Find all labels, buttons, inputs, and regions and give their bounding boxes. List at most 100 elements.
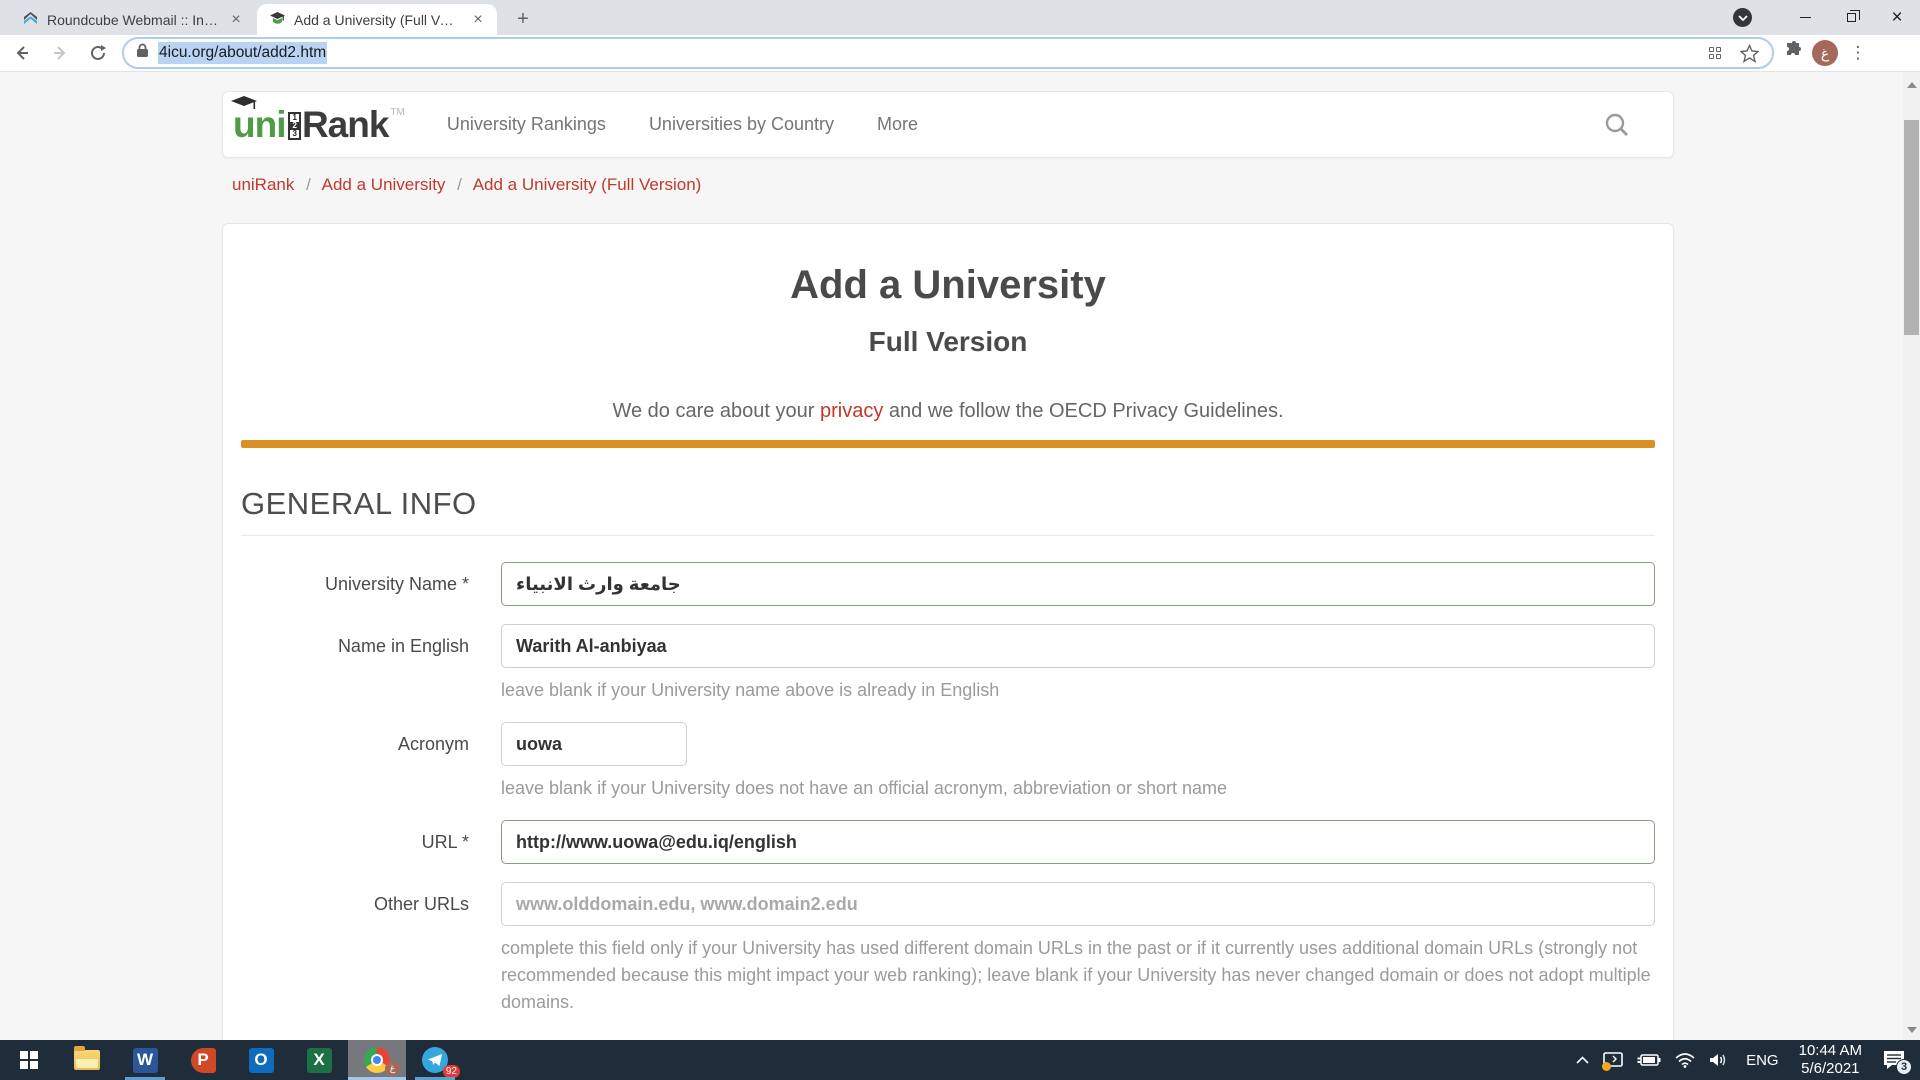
unirank-logo[interactable]: uni 123 Rank TM: [233, 107, 405, 142]
toolbar-right: غ ⋮: [1784, 40, 1880, 66]
tray-battery-icon[interactable]: [1630, 1040, 1668, 1080]
close-tab-icon[interactable]: ×: [227, 11, 245, 29]
acronym-input[interactable]: [501, 722, 687, 766]
chrome-update-chevron-icon[interactable]: [1733, 8, 1752, 27]
tray-time: 10:44 AM: [1799, 1042, 1862, 1059]
add-university-form: University Name * Name in English leave …: [241, 562, 1655, 1016]
breadcrumb-add-a-university-full[interactable]: Add a University (Full Version): [473, 175, 702, 194]
nav-more[interactable]: More: [877, 114, 918, 135]
word-button[interactable]: W: [116, 1040, 174, 1080]
privacy-link[interactable]: privacy: [820, 400, 883, 422]
tab-title: Roundcube Webmail :: Inbox: [47, 12, 219, 28]
vertical-scrollbar[interactable]: [1903, 72, 1920, 1040]
scroll-up-icon[interactable]: [1903, 76, 1920, 93]
breadcrumb-separator: /: [457, 175, 462, 194]
lock-icon[interactable]: [136, 43, 149, 63]
name-in-english-help: leave blank if your University name abov…: [501, 677, 1655, 704]
roundcube-icon: [22, 11, 39, 28]
tray-date: 5/6/2021: [1801, 1060, 1859, 1077]
profile-avatar[interactable]: غ: [1812, 40, 1838, 66]
logo-rank-text: Rank: [302, 108, 388, 142]
chrome-button-active[interactable]: غ: [348, 1040, 406, 1080]
outlook-button[interactable]: O: [232, 1040, 290, 1080]
refresh-icon[interactable]: [82, 37, 114, 69]
form-row-url: URL *: [241, 820, 1655, 864]
tray-volume-icon[interactable]: [1702, 1040, 1736, 1080]
word-icon: W: [133, 1048, 158, 1073]
tab-roundcube-webmail[interactable]: Roundcube Webmail :: Inbox ×: [10, 4, 255, 35]
back-icon[interactable]: [6, 37, 38, 69]
section-heading-general-info: GENERAL INFO: [241, 486, 1655, 536]
menu-dots-icon[interactable]: ⋮: [1846, 43, 1870, 63]
qr-grid-icon[interactable]: [1702, 40, 1728, 66]
excel-icon: X: [307, 1048, 332, 1073]
telegram-button[interactable]: 92: [406, 1040, 464, 1080]
tray-wifi-icon[interactable]: [1668, 1040, 1702, 1080]
acronym-label: Acronym: [241, 722, 469, 802]
windows-logo-icon: [20, 1051, 38, 1069]
university-name-label: University Name *: [241, 562, 469, 606]
other-urls-input[interactable]: [501, 882, 1655, 926]
search-icon[interactable]: [1604, 112, 1631, 144]
close-window-button[interactable]: ×: [1874, 0, 1920, 35]
star-icon[interactable]: [1736, 40, 1762, 66]
nav-university-rankings[interactable]: University Rankings: [447, 114, 606, 135]
logo-tm: TM: [390, 107, 404, 118]
page-viewport: uni 123 Rank TM University Rankings Univ…: [0, 72, 1920, 1040]
form-row-acronym: Acronym leave blank if your University d…: [241, 722, 1655, 802]
minimize-button[interactable]: [1782, 0, 1828, 35]
system-tray: ENG 10:44 AM5/6/2021 3: [1569, 1040, 1920, 1080]
extensions-puzzle-icon[interactable]: [1784, 41, 1804, 66]
chrome-profile-badge: غ: [385, 1061, 400, 1076]
window-controls: ×: [1733, 0, 1920, 35]
close-tab-icon[interactable]: ×: [469, 11, 487, 29]
breadcrumb-unirank[interactable]: uniRank: [232, 175, 294, 194]
forward-icon[interactable]: [44, 37, 76, 69]
url-input[interactable]: [501, 820, 1655, 864]
restore-button[interactable]: [1828, 0, 1874, 35]
scroll-down-icon[interactable]: [1903, 1021, 1920, 1038]
university-name-input[interactable]: [501, 562, 1655, 606]
form-row-university-name: University Name *: [241, 562, 1655, 606]
url-text-selected[interactable]: 4icu.org/about/add2.htm: [158, 42, 327, 64]
notification-center-button[interactable]: 3: [1872, 1040, 1920, 1080]
tab-add-a-university[interactable]: Add a University (Full Version) ×: [257, 4, 497, 35]
form-row-name-in-english: Name in English leave blank if your Univ…: [241, 624, 1655, 704]
telegram-unread-badge: 92: [443, 1065, 460, 1078]
graduation-cap-icon: [269, 11, 286, 28]
nav-universities-by-country[interactable]: Universities by Country: [649, 114, 834, 135]
orange-divider: [241, 440, 1655, 448]
powerpoint-icon: P: [191, 1048, 216, 1073]
site-nav-links: University Rankings Universities by Coun…: [447, 114, 918, 135]
tray-display-icon[interactable]: [1596, 1040, 1630, 1080]
main-content-card: Add a University Full Version We do care…: [222, 223, 1674, 1040]
tray-clock[interactable]: 10:44 AM5/6/2021: [1789, 1040, 1872, 1080]
page-title: Add a University: [241, 263, 1655, 308]
breadcrumb: uniRank / Add a University / Add a Unive…: [232, 175, 701, 195]
site-navbar: uni 123 Rank TM University Rankings Univ…: [222, 91, 1674, 158]
graduation-cap-icon: [231, 96, 257, 115]
other-urls-label: Other URLs: [241, 882, 469, 1016]
file-explorer-button[interactable]: [58, 1040, 116, 1080]
acronym-help: leave blank if your University does not …: [501, 775, 1655, 802]
powerpoint-button[interactable]: P: [174, 1040, 232, 1080]
logo-123-block: 123: [288, 112, 300, 140]
tray-language[interactable]: ENG: [1736, 1040, 1789, 1080]
form-row-other-urls: Other URLs complete this field only if y…: [241, 882, 1655, 1016]
browser-titlebar: Roundcube Webmail :: Inbox × Add a Unive…: [0, 0, 1920, 35]
tray-chevron-up-icon[interactable]: [1569, 1040, 1596, 1080]
new-tab-button[interactable]: +: [510, 7, 536, 33]
page-subtitle: Full Version: [241, 326, 1655, 358]
excel-button[interactable]: X: [290, 1040, 348, 1080]
url-label: URL *: [241, 820, 469, 864]
start-button[interactable]: [0, 1040, 58, 1080]
screen: Roundcube Webmail :: Inbox × Add a Unive…: [0, 0, 1920, 1080]
address-bar[interactable]: 4icu.org/about/add2.htm: [122, 37, 1774, 69]
breadcrumb-add-a-university[interactable]: Add a University: [322, 175, 446, 194]
privacy-line: We do care about your privacy and we fol…: [241, 400, 1655, 423]
tab-title: Add a University (Full Version): [294, 12, 461, 28]
name-in-english-input[interactable]: [501, 624, 1655, 668]
folder-icon: [74, 1050, 100, 1070]
tray-alert-dot: [1602, 1062, 1611, 1071]
scrollbar-thumb[interactable]: [1904, 120, 1919, 335]
